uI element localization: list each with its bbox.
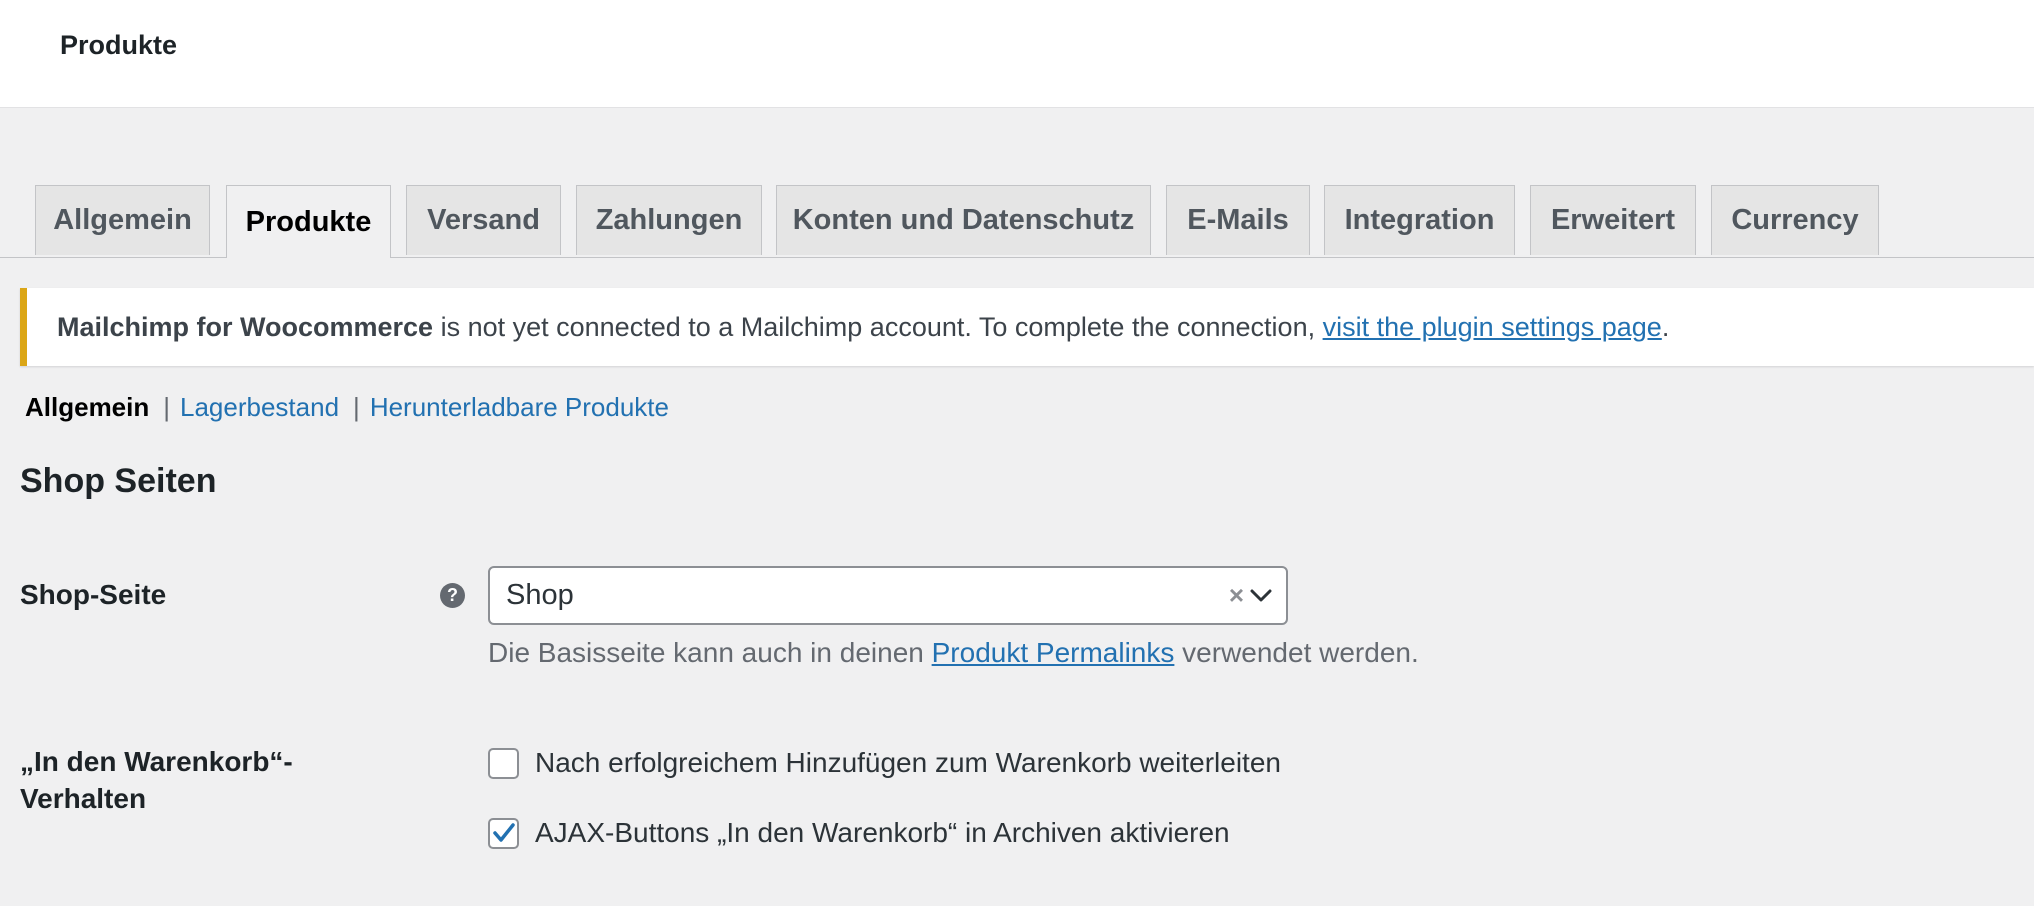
tab-versand[interactable]: Versand	[406, 185, 561, 255]
top-header: Produkte	[0, 0, 2034, 108]
tab-integration[interactable]: Integration	[1324, 185, 1515, 255]
help-icon[interactable]: ?	[440, 583, 465, 608]
notice-text: is not yet connected to a Mailchimp acco…	[433, 311, 1323, 342]
tab-zahlungen[interactable]: Zahlungen	[576, 185, 762, 255]
mailchimp-notice: Mailchimp for Woocommerce is not yet con…	[20, 288, 2034, 366]
plugin-settings-link[interactable]: visit the plugin settings page	[1323, 312, 1662, 342]
chevron-down-icon[interactable]	[1250, 588, 1272, 604]
clear-icon[interactable]: ×	[1229, 580, 1244, 611]
shop-page-select[interactable]: Shop ×	[488, 566, 1288, 625]
settings-tabs: Allgemein Produkte Versand Zahlungen Kon…	[0, 185, 2034, 258]
select-value: Shop	[506, 579, 574, 611]
subnav-lagerbestand[interactable]: Lagerbestand	[180, 392, 339, 423]
notice-end: .	[1661, 311, 1670, 342]
subsection-nav: Allgemein | Lagerbestand | Herunterladba…	[25, 392, 669, 423]
tab-currency[interactable]: Currency	[1711, 185, 1879, 255]
redirect-option: Nach erfolgreichem Hinzufügen zum Warenk…	[488, 747, 1281, 779]
notice-plugin-name: Mailchimp for Woocommerce	[57, 311, 434, 342]
page-title: Produkte	[60, 30, 178, 60]
produkt-permalinks-link[interactable]: Produkt Permalinks	[932, 637, 1175, 668]
redirect-checkbox[interactable]	[488, 747, 519, 779]
redirect-option-label[interactable]: Nach erfolgreichem Hinzufügen zum Warenk…	[535, 747, 1281, 779]
ajax-option: AJAX-Buttons „In den Warenkorb“ in Archi…	[488, 817, 1230, 849]
tab-allgemein[interactable]: Allgemein	[35, 185, 210, 255]
ajax-option-label[interactable]: AJAX-Buttons „In den Warenkorb“ in Archi…	[535, 817, 1230, 849]
subnav-herunterladbare-produkte[interactable]: Herunterladbare Produkte	[370, 392, 669, 423]
shop-page-description: Die Basisseite kann auch in deinen Produ…	[488, 637, 1419, 668]
cart-behavior-label: „In den Warenkorb“- Verhalten	[20, 746, 293, 814]
subnav-current[interactable]: Allgemein	[25, 392, 149, 423]
tab-produkte[interactable]: Produkte	[226, 185, 391, 258]
ajax-checkbox[interactable]	[488, 817, 519, 849]
subnav-separator: |	[163, 392, 171, 422]
tab-erweitert[interactable]: Erweitert	[1530, 185, 1696, 255]
tab-konten-datenschutz[interactable]: Konten und Datenschutz	[776, 185, 1151, 255]
subnav-separator: |	[353, 392, 360, 422]
section-title: Shop Seiten	[20, 462, 217, 500]
shop-page-label: Shop-Seite	[20, 579, 167, 610]
tab-emails[interactable]: E-Mails	[1166, 185, 1310, 255]
check-icon	[492, 823, 515, 842]
